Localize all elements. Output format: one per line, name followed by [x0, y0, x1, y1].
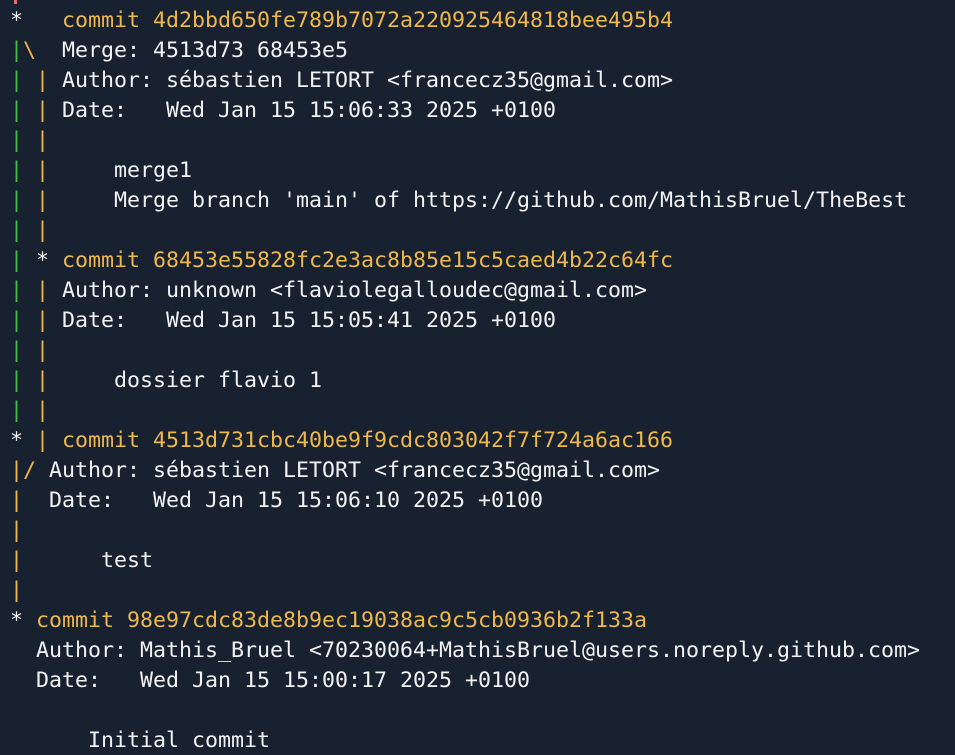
log-text: * [36, 248, 63, 273]
log-text: Author: unknown <flaviolegalloudec@gmail… [62, 278, 648, 303]
graph-segment: | [36, 218, 50, 243]
graph-segment: | [36, 428, 63, 453]
graph-segment: | [10, 368, 37, 393]
graph-segment: | [10, 218, 37, 243]
graph-segment: | [10, 338, 37, 363]
log-text: Initial commit [10, 728, 271, 753]
log-line: | | [10, 336, 49, 366]
log-text: test [49, 548, 154, 573]
log-text: Date: Wed Jan 15 15:05:41 2025 +0100 [62, 308, 557, 333]
graph-segment: | [10, 488, 50, 513]
log-line: * commit 98e97cdc83de8b9ec19038ac9c5cb09… [10, 606, 647, 636]
graph-segment: | [10, 248, 37, 273]
log-line: | | Author: unknown <flaviolegalloudec@g… [10, 276, 647, 306]
log-line: | | Author: sébastien LETORT <francecz35… [10, 66, 673, 96]
graph-segment: | [10, 398, 37, 423]
log-line: Author: Mathis_Bruel <70230064+MathisBru… [10, 636, 920, 666]
graph-segment: | [10, 68, 37, 93]
log-text: dossier flavio 1 [62, 368, 323, 393]
log-line: Date: Wed Jan 15 15:00:17 2025 +0100 [10, 666, 530, 696]
log-line: | [10, 576, 23, 606]
log-text: Author: Mathis_Bruel <70230064+MathisBru… [10, 638, 921, 663]
log-line: | | merge1 [10, 156, 192, 186]
log-text: * [10, 8, 63, 33]
log-text: Date: Wed Jan 15 15:00:17 2025 +0100 [10, 668, 531, 693]
log-line: * commit 4d2bbd650fe789b7072a22092546481… [10, 6, 673, 36]
graph-segment: | [10, 578, 24, 603]
graph-segment: | [10, 518, 24, 543]
graph-segment: | [36, 278, 63, 303]
log-line: | | dossier flavio 1 [10, 366, 322, 396]
graph-segment: | [36, 68, 63, 93]
log-line: Initial commit [10, 726, 270, 755]
graph-segment: | [36, 188, 63, 213]
log-text: Merge: 4513d73 68453e5 [62, 38, 349, 63]
graph-segment: | [10, 548, 50, 573]
log-text: Author: sébastien LETORT <francecz35@gma… [62, 68, 674, 93]
log-line: | | Merge branch 'main' of https://githu… [10, 186, 907, 216]
commit-hash: commit 4513d731cbc40be9f9cdc803042f7f724… [62, 428, 674, 453]
graph-segment: \ [23, 38, 63, 63]
log-line: | * commit 68453e55828fc2e3ac8b85e15c5ca… [10, 246, 673, 276]
terminal-output[interactable]: * commit 4d2bbd650fe789b7072a22092546481… [0, 0, 955, 755]
graph-segment: | [36, 308, 63, 333]
log-line: | | [10, 216, 49, 246]
log-line: | test [10, 546, 153, 576]
log-line: | | Date: Wed Jan 15 15:06:33 2025 +0100 [10, 96, 556, 126]
graph-segment: | [36, 158, 63, 183]
log-line: | | [10, 126, 49, 156]
log-text: * [10, 428, 37, 453]
log-text: Author: sébastien LETORT <francecz35@gma… [49, 458, 661, 483]
graph-segment: | [10, 188, 37, 213]
commit-hash: commit 4d2bbd650fe789b7072a220925464818b… [62, 8, 674, 33]
graph-segment: | [10, 38, 24, 63]
graph-segment: | [36, 128, 50, 153]
log-line: | Date: Wed Jan 15 15:06:10 2025 +0100 [10, 486, 543, 516]
log-text: merge1 [62, 158, 193, 183]
graph-segment: | [10, 308, 37, 333]
log-line: |/ Author: sébastien LETORT <francecz35@… [10, 456, 660, 486]
log-text: Merge branch 'main' of https://github.co… [62, 188, 908, 213]
graph-segment: | [36, 98, 63, 123]
log-line: | | [10, 396, 49, 426]
commit-hash: commit 68453e55828fc2e3ac8b85e15c5caed4b… [62, 248, 674, 273]
log-text: Date: Wed Jan 15 15:06:33 2025 +0100 [62, 98, 557, 123]
log-line: | | Date: Wed Jan 15 15:05:41 2025 +0100 [10, 306, 556, 336]
graph-segment: | [10, 128, 37, 153]
graph-segment: | [10, 158, 37, 183]
log-line: |\ Merge: 4513d73 68453e5 [10, 36, 348, 66]
graph-segment: | [10, 278, 37, 303]
graph-segment: | [36, 398, 50, 423]
graph-segment: | [10, 98, 37, 123]
log-text: Date: Wed Jan 15 15:06:10 2025 +0100 [49, 488, 544, 513]
log-text: * [10, 608, 37, 633]
graph-segment: |/ [10, 458, 50, 483]
graph-segment: | [36, 338, 50, 363]
log-line: | [10, 516, 23, 546]
graph-line-marker [14, 0, 17, 4]
graph-segment: | [36, 368, 63, 393]
log-line: * | commit 4513d731cbc40be9f9cdc803042f7… [10, 426, 673, 456]
commit-hash: commit 98e97cdc83de8b9ec19038ac9c5cb0936… [36, 608, 648, 633]
